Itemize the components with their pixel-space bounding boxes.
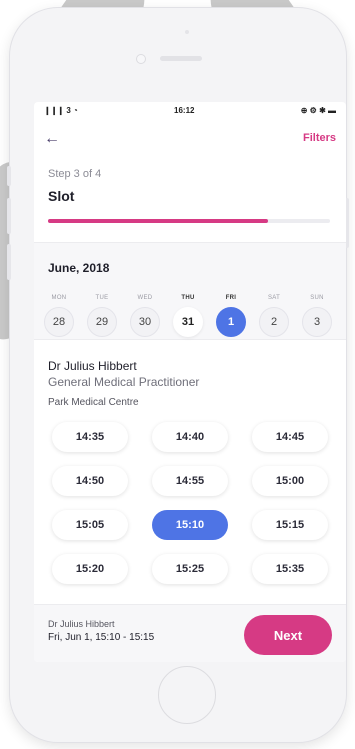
- nav-bar: ← Filters: [34, 124, 346, 154]
- calendar-day[interactable]: THU 31: [171, 295, 205, 337]
- booking-summary-bar: Dr Julius Hibbert Fri, Jun 1, 15:10 - 15…: [34, 604, 346, 662]
- doctor-location: Park Medical Centre: [48, 397, 139, 408]
- page-title: Slot: [48, 188, 75, 204]
- time-slot-button[interactable]: 15:15: [252, 510, 328, 540]
- time-slot-button[interactable]: 15:05: [52, 510, 128, 540]
- progress-fill: [48, 219, 268, 223]
- summary-doctor: Dr Julius Hibbert: [48, 619, 115, 629]
- day-of-week-label: TUE: [95, 295, 109, 301]
- next-button[interactable]: Next: [244, 615, 332, 655]
- time-slot-button[interactable]: 15:25: [152, 554, 228, 584]
- status-time: 16:12: [174, 106, 195, 115]
- month-label: June, 2018: [48, 261, 110, 275]
- calendar-day[interactable]: SAT 2: [257, 295, 291, 337]
- arrow-left-icon[interactable]: ←: [44, 130, 60, 148]
- calendar-strip: June, 2018 MON 28 TUE 29 WED 30 THU 31 FRI 1 SAT 2 S…: [34, 242, 346, 340]
- time-slot-button[interactable]: 14:50: [52, 466, 128, 496]
- phone-frame: ❙❙❙ 3 ◔ 16:12 ⊕ ⚙ ✱ ▬ ← Filters Step 3 o…: [7, 8, 349, 742]
- day-date[interactable]: 1: [216, 307, 246, 337]
- status-bar: ❙❙❙ 3 ◔ 16:12 ⊕ ⚙ ✱ ▬: [34, 102, 346, 120]
- day-date[interactable]: 2: [259, 307, 289, 337]
- time-slot-button[interactable]: 15:20: [52, 554, 128, 584]
- calendar-day[interactable]: MON 28: [42, 295, 76, 337]
- time-slot-button[interactable]: 15:35: [252, 554, 328, 584]
- day-of-week-label: SAT: [267, 295, 281, 301]
- time-slot-button[interactable]: 14:35: [52, 422, 128, 452]
- earpiece-speaker: [160, 56, 202, 61]
- doctor-role: General Medical Practitioner: [48, 375, 200, 389]
- summary-slot: Fri, Jun 1, 15:10 - 15:15: [48, 632, 155, 643]
- day-of-week-label: WED: [137, 295, 153, 301]
- calendar-day[interactable]: WED 30: [128, 295, 162, 337]
- day-of-week-label: FRI: [225, 295, 237, 301]
- progress-bar: [48, 219, 330, 223]
- time-slot-button[interactable]: 14:40: [152, 422, 228, 452]
- time-slot-button[interactable]: 15:00: [252, 466, 328, 496]
- time-slot-button[interactable]: 15:10: [152, 510, 228, 540]
- mute-switch: [7, 166, 11, 186]
- volume-down-button: [7, 244, 11, 280]
- calendar-day[interactable]: SUN 3: [300, 295, 334, 337]
- filters-button[interactable]: Filters: [303, 132, 336, 144]
- calendar-day[interactable]: FRI 1: [214, 295, 248, 337]
- calendar-day[interactable]: TUE 29: [85, 295, 119, 337]
- day-of-week-label: THU: [181, 295, 195, 301]
- time-slot-button[interactable]: 14:55: [152, 466, 228, 496]
- home-button[interactable]: [158, 666, 216, 724]
- day-date[interactable]: 28: [44, 307, 74, 337]
- front-camera: [136, 54, 146, 64]
- day-date[interactable]: 31: [173, 307, 203, 337]
- sensor-dot: [185, 30, 189, 34]
- doctor-name: Dr Julius Hibbert: [48, 359, 137, 373]
- status-icons: ⊕ ⚙ ✱ ▬: [300, 106, 336, 115]
- day-of-week-label: MON: [51, 295, 67, 301]
- day-date[interactable]: 29: [87, 307, 117, 337]
- app-screen: ❙❙❙ 3 ◔ 16:12 ⊕ ⚙ ✱ ▬ ← Filters Step 3 o…: [34, 102, 346, 662]
- day-date[interactable]: 30: [130, 307, 160, 337]
- day-date[interactable]: 3: [302, 307, 332, 337]
- volume-up-button: [7, 198, 11, 234]
- signal-indicator: ❙❙❙ 3 ◔: [44, 106, 78, 115]
- day-of-week-label: SUN: [310, 295, 324, 301]
- time-slot-button[interactable]: 14:45: [252, 422, 328, 452]
- step-indicator: Step 3 of 4: [48, 168, 102, 180]
